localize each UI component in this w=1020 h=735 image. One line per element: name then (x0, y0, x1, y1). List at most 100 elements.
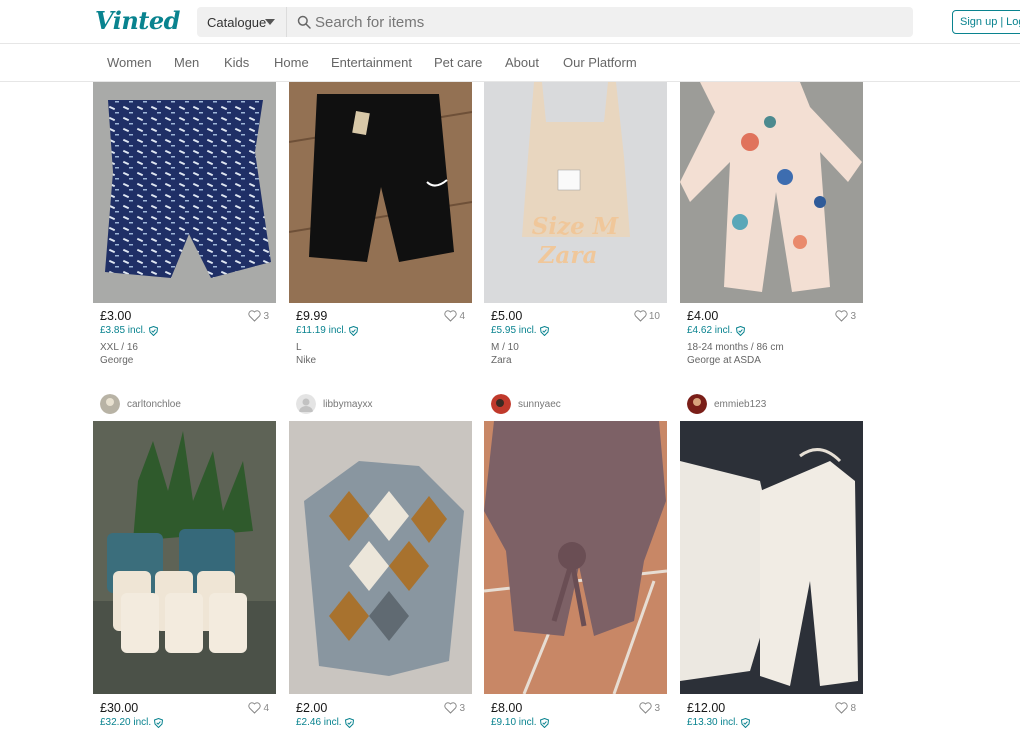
favourite-count: 3 (850, 310, 856, 322)
auth-box: Sign up | Log (952, 10, 1020, 34)
item-price-incl-text: £9.10 incl. (491, 717, 537, 728)
nav-item-women[interactable]: Women (107, 55, 152, 70)
heart-icon (835, 310, 849, 322)
heart-icon (634, 310, 647, 322)
seller-info[interactable]: emmieb123 (687, 394, 766, 414)
item-brand[interactable]: George at ASDA (687, 355, 761, 366)
signup-link[interactable]: Sign up (960, 16, 997, 28)
item-photo[interactable] (484, 421, 667, 694)
favourite-count: 10 (648, 310, 660, 322)
avatar (491, 394, 511, 414)
item-size: 18-24 months / 86 cm (687, 342, 784, 353)
favourite-button[interactable]: 8 (835, 702, 856, 714)
chevron-down-icon (265, 19, 275, 25)
photo-overlay-line1: Size M (532, 213, 620, 240)
nav-item-home[interactable]: Home (274, 55, 309, 70)
search-input[interactable] (315, 7, 895, 37)
item-price-incl: £32.20 incl. (100, 717, 164, 728)
favourite-count: 8 (850, 702, 856, 714)
vinted-logo[interactable]: Vinted (95, 6, 180, 35)
shield-check-icon (735, 325, 745, 336)
search-bar: Catalogue (197, 7, 913, 37)
item-photo[interactable] (680, 421, 863, 694)
seller-info[interactable]: carltonchloe (100, 394, 181, 414)
favourite-button[interactable]: 4 (444, 310, 465, 322)
favourite-button[interactable]: 4 (248, 702, 269, 714)
shield-check-icon (741, 717, 751, 728)
item-price-incl-text: £11.19 incl. (296, 325, 347, 336)
item-price-incl: £2.46 incl. (296, 717, 354, 728)
item-card[interactable]: Size M Zara £5.00 £5.95 incl. 10 M / 10 … (484, 82, 667, 372)
item-photo[interactable] (680, 82, 863, 303)
avatar (100, 394, 120, 414)
item-price-incl: £9.10 incl. (491, 717, 549, 728)
favourite-button[interactable]: 3 (639, 702, 660, 714)
heart-icon (248, 310, 262, 322)
item-card[interactable]: libbymayxx £2.00 £2.46 incl. 3 (289, 392, 472, 735)
favourite-count: 3 (263, 310, 269, 322)
favourite-button[interactable]: 10 (634, 310, 660, 322)
heart-icon (639, 702, 653, 714)
item-size: L (296, 342, 302, 353)
category-nav: Women Men Kids Home Entertainment Pet ca… (0, 44, 1020, 82)
seller-username[interactable]: emmieb123 (714, 399, 766, 410)
photo-overlay-line2: Zara (538, 242, 598, 269)
favourite-button[interactable]: 3 (835, 310, 856, 322)
item-photo[interactable] (289, 421, 472, 694)
item-price-incl-text: £5.95 incl. (491, 325, 537, 336)
avatar (687, 394, 707, 414)
catalogue-dropdown[interactable]: Catalogue (197, 7, 287, 37)
nav-item-pet-care[interactable]: Pet care (434, 55, 482, 70)
favourite-button[interactable]: 3 (248, 310, 269, 322)
item-brand[interactable]: Nike (296, 355, 316, 366)
item-price-incl-text: £4.62 incl. (687, 325, 733, 336)
shield-check-icon (148, 325, 158, 336)
shield-check-icon (349, 325, 359, 336)
item-price-incl: £11.19 incl. (296, 325, 359, 336)
nav-item-our-platform[interactable]: Our Platform (563, 55, 637, 70)
nav-item-kids[interactable]: Kids (224, 55, 249, 70)
nav-item-entertainment[interactable]: Entertainment (331, 55, 412, 70)
seller-username[interactable]: carltonchloe (127, 399, 181, 410)
avatar (296, 394, 316, 414)
item-price-incl-text: £2.46 incl. (296, 717, 342, 728)
login-link[interactable]: Log (1006, 16, 1020, 28)
item-brand[interactable]: Zara (491, 355, 512, 366)
item-photo[interactable]: Size M Zara (484, 82, 667, 303)
auth-separator: | (1000, 16, 1004, 28)
item-photo[interactable] (93, 82, 276, 303)
catalogue-label: Catalogue (207, 14, 267, 30)
item-price: £8.00 (491, 701, 523, 715)
item-price: £4.00 (687, 309, 719, 323)
favourite-count: 4 (263, 702, 269, 714)
heart-icon (835, 702, 849, 714)
item-price-incl: £13.30 incl. (687, 717, 751, 728)
item-card[interactable]: carltonchloe £30.00 £32.20 incl. 4 (93, 392, 276, 735)
item-price: £30.00 (100, 701, 139, 715)
item-brand[interactable]: George (100, 355, 133, 366)
item-card[interactable]: £3.00 £3.85 incl. 3 XXL / 16 George (93, 82, 276, 372)
seller-username[interactable]: libbymayxx (323, 399, 372, 410)
item-price: £2.00 (296, 701, 328, 715)
item-price-incl: £5.95 incl. (491, 325, 549, 336)
favourite-button[interactable]: 3 (444, 702, 465, 714)
item-price-incl-text: £3.85 incl. (100, 325, 146, 336)
header: Vinted Catalogue Sign up | Log (0, 0, 1020, 44)
nav-item-about[interactable]: About (505, 55, 539, 70)
item-price: £12.00 (687, 701, 726, 715)
shield-check-icon (154, 717, 164, 728)
item-card[interactable]: £4.00 £4.62 incl. 3 18-24 months / 86 cm… (680, 82, 863, 372)
item-card[interactable]: emmieb123 £12.00 £13.30 incl. 8 (680, 392, 863, 735)
shield-check-icon (344, 717, 354, 728)
item-photo[interactable] (289, 82, 472, 303)
item-card[interactable]: £9.99 £11.19 incl. 4 L Nike (289, 82, 472, 372)
nav-item-men[interactable]: Men (174, 55, 199, 70)
item-card[interactable]: sunnyaec £8.00 £9.10 incl. 3 (484, 392, 667, 735)
item-size: XXL / 16 (100, 342, 138, 353)
item-photo[interactable] (93, 421, 276, 694)
seller-info[interactable]: sunnyaec (491, 394, 561, 414)
search-icon (297, 15, 311, 29)
seller-username[interactable]: sunnyaec (518, 399, 561, 410)
item-size: M / 10 (491, 342, 519, 353)
seller-info[interactable]: libbymayxx (296, 394, 372, 414)
